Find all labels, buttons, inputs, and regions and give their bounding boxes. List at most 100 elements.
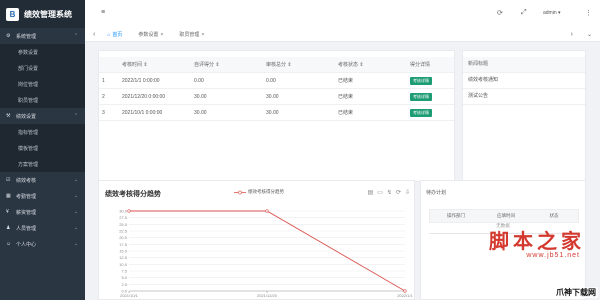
- score-trend-card: 绩效考核得分趋势 ▤ ▭ ↯ ⟳ ⇩ 绩效考核得分趋势 30.0 27.5 25.0…: [98, 180, 415, 300]
- sidebar-item-positions[interactable]: 岗位管理: [0, 76, 85, 92]
- chevron-down-icon: ⌄: [73, 241, 78, 247]
- column-detail: 得分详情: [407, 57, 454, 73]
- y-tick-label: 15.0: [119, 249, 128, 254]
- table-row: 2 2021/12/20 0:00:00 30.00 30.00 已结束 考核详…: [99, 88, 454, 105]
- data-point: [127, 209, 131, 213]
- chevron-down-icon: ⌄: [73, 225, 78, 231]
- sidebar-item-plans[interactable]: 方案管理: [0, 156, 85, 172]
- more-icon[interactable]: ⋮: [585, 9, 592, 17]
- tab-home[interactable]: ⌂ 首页: [99, 31, 130, 39]
- sidebar: B 绩效管理系统 ⚙ 系统管理 ⌃ 参数设置 部门设置 岗位管理 职员管理 ⚒ …: [0, 0, 85, 300]
- nav-group-label: 人员管理: [16, 225, 37, 232]
- todo-column-status: 状态: [549, 213, 559, 218]
- refresh-icon[interactable]: ⟳: [497, 9, 503, 17]
- sort-icon: ⇕: [287, 62, 292, 68]
- notice-card: 新闻标题 绩效考核通知 测试公告: [462, 50, 586, 182]
- cell-status: 已结束: [335, 88, 407, 105]
- todo-table-header: 操作部门 应填时间 状态: [429, 209, 579, 223]
- y-tick-label: 5.0: [121, 275, 127, 280]
- trend-chart: 30.027.5 25.0 22.520.0 17.5 15.012.5 10.0 7.55…: [119, 209, 413, 299]
- nav-group-label: 个人中心: [16, 241, 37, 248]
- gear-icon: ⚙: [6, 33, 11, 39]
- row-index: 3: [99, 104, 119, 121]
- sidebar-item-params[interactable]: 参数设置: [0, 44, 85, 60]
- fullscreen-icon[interactable]: ⤢: [521, 9, 527, 17]
- y-tick-label: 22.5: [119, 229, 128, 234]
- column-total[interactable]: 审核总分 ⇕: [263, 57, 335, 73]
- y-tick-label: 27.5: [119, 215, 128, 220]
- notice-item[interactable]: 绩效考核通知: [463, 73, 585, 89]
- app-title: 绩效管理系统: [24, 9, 72, 19]
- cell-time: 2022/1/1 0:00:00: [119, 72, 191, 89]
- nav-group-assessment[interactable]: ☑ 绩效考核 ⌄: [0, 172, 85, 188]
- logo-icon: B: [6, 7, 19, 21]
- nav-group-label: 考勤管理: [16, 193, 37, 200]
- sidebar-item-staff[interactable]: 职员管理: [0, 92, 85, 108]
- cell-self: 30.00: [191, 104, 263, 121]
- x-tick-label: 2022/1/1: [397, 293, 413, 298]
- view-detail-button[interactable]: 考核详情: [410, 76, 432, 85]
- table-header-row: 考核时间 ⇕ 自评得分 ⇕ 审核总分 ⇕ 考核状态 ⇕ 得分详情: [99, 57, 454, 73]
- x-tick-label: 2021/10/1: [120, 293, 139, 298]
- tab-staff[interactable]: 职员管理 ×: [171, 31, 212, 39]
- column-status[interactable]: 考核状态 ⇕: [335, 57, 407, 73]
- score-history-table: 考核时间 ⇕ 自评得分 ⇕ 审核总分 ⇕ 考核状态 ⇕ 得分详情 1 2022/…: [99, 57, 454, 121]
- calendar-icon: ▦: [6, 193, 11, 199]
- chevron-down-icon: ⌄: [73, 193, 78, 199]
- tabs-dropdown-icon[interactable]: ⌄: [579, 31, 600, 38]
- nav-group-salary[interactable]: ¥ 薪资管理 ⌄: [0, 204, 85, 220]
- cell-self: 30.00: [191, 88, 263, 105]
- sort-icon: ⇕: [143, 62, 148, 68]
- table-row: 1 2022/1/1 0:00:00 0.00 0.00 已结束 考核详情: [99, 72, 454, 89]
- view-detail-button[interactable]: 考核详情: [410, 92, 432, 101]
- sidebar-item-templates[interactable]: 模板管理: [0, 140, 85, 156]
- close-icon[interactable]: ×: [160, 32, 163, 38]
- chevron-up-icon: ⌃: [73, 33, 78, 39]
- chevron-down-icon: ⌄: [73, 177, 78, 183]
- notice-header: 新闻标题: [463, 57, 585, 73]
- nav-group-performance-settings[interactable]: ⚒ 绩效设置 ⌃: [0, 108, 85, 124]
- menu-toggle-icon[interactable]: ≡: [101, 9, 105, 16]
- sliders-icon: ⚒: [6, 113, 11, 119]
- cell-status: 已结束: [335, 72, 407, 89]
- todo-column-time: 应填时间: [497, 213, 515, 218]
- nav-group-label: 薪资管理: [16, 209, 37, 216]
- y-tick-label: 12.5: [119, 255, 128, 260]
- tab-label: 参数设置: [138, 32, 159, 38]
- nav-group-system[interactable]: ⚙ 系统管理 ⌃: [0, 28, 85, 44]
- nav-group-profile[interactable]: ☺ 个人中心 ⌄: [0, 236, 85, 252]
- y-tick-label: 10.0: [119, 262, 128, 267]
- y-tick-label: 7.5: [121, 269, 127, 274]
- sidebar-item-departments[interactable]: 部门设置: [0, 60, 85, 76]
- user-name: admin: [543, 10, 557, 16]
- close-icon[interactable]: ×: [201, 32, 204, 38]
- nav-submenu-system: 参数设置 部门设置 岗位管理 职员管理: [0, 44, 85, 108]
- column-time[interactable]: 考核时间 ⇕: [119, 57, 191, 73]
- row-index: 2: [99, 88, 119, 105]
- cell-detail: 考核详情: [407, 104, 454, 121]
- score-history-card: 考核时间 ⇕ 自评得分 ⇕ 审核总分 ⇕ 考核状态 ⇕ 得分详情 1 2022/…: [98, 50, 455, 182]
- tabs-next-icon[interactable]: ›: [565, 31, 579, 38]
- tab-params[interactable]: 参数设置 ×: [130, 31, 171, 39]
- chevron-up-icon: ⌃: [73, 113, 78, 119]
- y-tick-label: 17.5: [119, 242, 128, 247]
- y-tick-label: 2.5: [121, 282, 127, 287]
- x-tick-label: 2021/12/20: [257, 293, 278, 298]
- cell-time: 2021/12/20 0:00:00: [119, 88, 191, 105]
- nav-group-personnel[interactable]: ♟ 人员管理 ⌄: [0, 220, 85, 236]
- check-icon: ☑: [6, 177, 11, 183]
- column-self[interactable]: 自评得分 ⇕: [191, 57, 263, 73]
- view-detail-button[interactable]: 考核详情: [410, 108, 432, 117]
- watermark-url: www.jb51.net: [526, 252, 580, 259]
- table-row: 3 2021/10/1 0:00:00 30.00 30.00 已结束 考核详情: [99, 104, 454, 121]
- todo-title: 待办计划: [426, 190, 447, 196]
- tabs-prev-icon[interactable]: ‹: [85, 31, 99, 38]
- y-tick-label: 30.0: [119, 209, 128, 214]
- notice-item[interactable]: 测试公告: [463, 89, 585, 105]
- user-menu[interactable]: admin ▾: [543, 10, 561, 16]
- sidebar-item-indicators[interactable]: 指标管理: [0, 124, 85, 140]
- nav-group-label: 绩效考核: [16, 177, 37, 184]
- nav-group-label: 系统管理: [16, 33, 37, 40]
- nav-group-attendance[interactable]: ▦ 考勤管理 ⌄: [0, 188, 85, 204]
- data-point: [265, 209, 269, 213]
